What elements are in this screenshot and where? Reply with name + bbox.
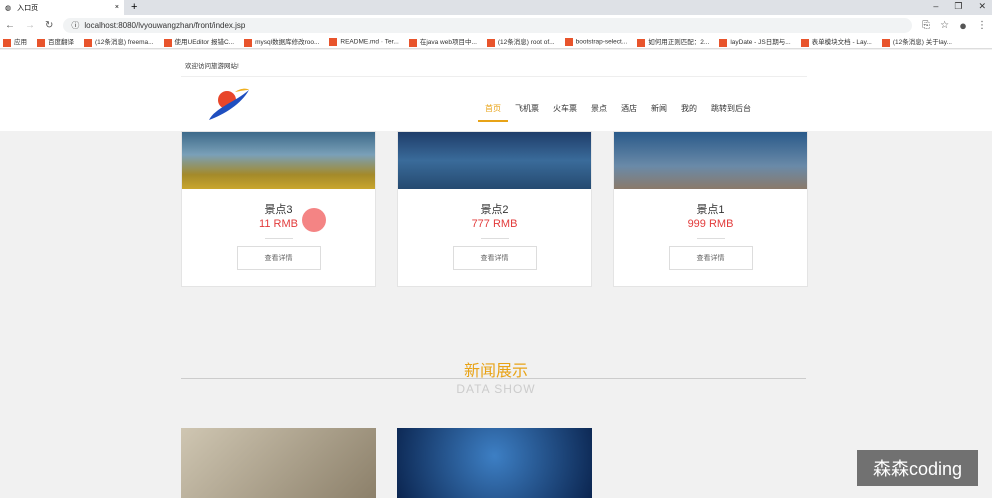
close-tab-icon[interactable]: × — [115, 4, 119, 11]
spot-name: 景点3 — [264, 204, 293, 216]
spot-name: 景点2 — [480, 204, 509, 216]
address-bar: ← → ↻ ⓘ localhost:8080/lvyouwangzhan/front/… — [0, 15, 992, 35]
forward-icon[interactable]: → — [25, 20, 35, 31]
restore-button[interactable]: ❐ — [954, 1, 962, 12]
bookmark-label: README.md · Ter... — [340, 38, 399, 46]
news-image[interactable] — [181, 428, 376, 498]
bookmark-label: 百度翻译 — [48, 39, 74, 47]
url-text: localhost:8080/lvyouwangzhan/front/index… — [84, 20, 246, 30]
bookmark-label: (12条消息) root of... — [497, 39, 555, 47]
bookmark-icon — [3, 38, 11, 47]
reload-icon[interactable]: ↻ — [45, 20, 53, 31]
view-details-button[interactable]: 查看详情 — [668, 246, 753, 270]
site-header: 欢迎访问旅游网站! 首页 飞机票 火车票 景点 酒店 新闻 我的 跳转到后台 — [0, 50, 992, 131]
bookmark-label: (12条消息) 关于lay... — [892, 39, 952, 47]
bookmark-icon — [564, 37, 573, 46]
bookmark-item[interactable]: (12条消息) freema... — [84, 36, 154, 47]
spot-image[interactable] — [398, 132, 591, 189]
bookmark-label: (12条消息) freema... — [95, 39, 154, 47]
bookmark-icon — [244, 38, 253, 47]
tab-title: 入口页 — [17, 4, 39, 12]
nav-item[interactable]: 景点 — [584, 103, 614, 122]
bookmark-item[interactable]: 使用UEditor 报错C... — [163, 36, 235, 47]
site-logo — [209, 88, 249, 120]
divider — [696, 238, 725, 239]
bookmark-item[interactable]: README.md · Ter... — [329, 37, 399, 46]
bookmarks-bar: 应用 百度翻译 (12条消息) freema... 使用UEditor 报错C... m… — [0, 35, 992, 49]
tab-bar: ◍ 入口页 × + – ❐ ✕ — [0, 0, 992, 15]
bookmark-icon — [881, 38, 890, 47]
view-details-button[interactable]: 查看详情 — [452, 246, 537, 270]
nav-item[interactable]: 跳转到后台 — [704, 103, 758, 122]
spot-card: 景点2 777 RMB 查看详情 — [397, 131, 592, 287]
spot-name: 景点1 — [696, 204, 725, 216]
bookmark-item[interactable]: 百度翻译 — [37, 36, 74, 47]
cursor-highlight — [302, 208, 326, 232]
bookmark-icon — [408, 38, 417, 47]
bookmark-label: layDate - JS日期与... — [730, 39, 791, 47]
bookmark-item[interactable]: 如何用正则匹配：2... — [637, 36, 710, 47]
section-title: 新闻展示 — [463, 363, 528, 380]
spot-price: 999 RMB — [687, 218, 734, 230]
browser-tab[interactable]: ◍ 入口页 × — [0, 0, 124, 15]
spot-card: 景点1 999 RMB 查看详情 — [613, 131, 808, 287]
section-subtitle: DATA SHOW — [456, 382, 536, 396]
nav-item[interactable]: 新闻 — [644, 103, 674, 122]
bookmark-item[interactable]: layDate - JS日期与... — [719, 36, 791, 47]
star-icon[interactable]: ☆ — [940, 20, 949, 31]
minimize-button[interactable]: – — [933, 1, 938, 12]
info-icon: ⓘ — [71, 20, 80, 30]
bookmark-item[interactable]: 表单模块文档 - Lay... — [800, 36, 872, 47]
bookmark-item[interactable]: bootstrap-select... — [564, 37, 628, 46]
welcome-text: 欢迎访问旅游网站! — [185, 63, 239, 70]
nav-item[interactable]: 火车票 — [546, 103, 584, 122]
bookmark-item[interactable]: (12条消息) 关于lay... — [881, 36, 952, 47]
bookmark-icon — [84, 38, 92, 47]
new-tab-button[interactable]: + — [131, 1, 137, 13]
watermark: 森森coding — [857, 450, 978, 486]
spot-price: 777 RMB — [471, 218, 518, 230]
news-image[interactable] — [397, 428, 592, 498]
bookmark-item[interactable]: (12条消息) root of... — [486, 36, 555, 47]
view-details-button[interactable]: 查看详情 — [236, 246, 321, 270]
divider — [480, 238, 509, 239]
nav-item[interactable]: 酒店 — [614, 103, 644, 122]
close-window-button[interactable]: ✕ — [978, 1, 986, 12]
spot-image[interactable] — [614, 132, 807, 189]
bookmark-label: 表单模块文档 - Lay... — [811, 39, 872, 47]
bookmark-label: 如何用正则匹配：2... — [648, 39, 710, 47]
bookmark-label: 在java web项目中... — [419, 39, 477, 47]
bookmark-item[interactable]: 在java web项目中... — [408, 36, 477, 47]
nav-item[interactable]: 飞机票 — [508, 103, 546, 122]
bookmark-label: bootstrap-select... — [575, 38, 628, 46]
bookmark-icon — [329, 37, 338, 46]
nav-item[interactable]: 我的 — [674, 103, 704, 122]
globe-icon: ◍ — [5, 4, 12, 12]
bookmark-icon — [163, 38, 172, 47]
divider — [181, 76, 807, 77]
spot-price: 11 RMB — [259, 218, 298, 230]
bookmark-icon — [37, 38, 45, 47]
bookmark-label: 应用 — [14, 39, 27, 47]
bookmark-icon — [637, 38, 646, 47]
bookmark-icon — [719, 38, 728, 47]
spot-card: 景点3 11 RMB 查看详情 — [181, 131, 376, 287]
menu-icon[interactable]: ⋮ — [977, 20, 987, 31]
bookmark-label: mysql数据库修改roo... — [255, 39, 320, 47]
divider — [264, 238, 293, 239]
account-icon[interactable]: ● — [959, 18, 967, 33]
bookmark-icon — [800, 38, 809, 47]
nav-item[interactable]: 首页 — [478, 103, 508, 122]
back-icon[interactable]: ← — [5, 20, 15, 31]
main-nav: 首页 飞机票 火车票 景点 酒店 新闻 我的 跳转到后台 — [478, 103, 758, 122]
bookmark-item[interactable]: mysql数据库修改roo... — [244, 36, 320, 47]
url-input[interactable]: ⓘ localhost:8080/lvyouwangzhan/front/inde… — [63, 17, 913, 33]
bookmark-label: 使用UEditor 报错C... — [174, 39, 235, 47]
bookmark-icon — [486, 38, 495, 47]
translate-icon[interactable]: ⎘ — [922, 20, 930, 31]
spot-image[interactable] — [182, 132, 375, 189]
bookmark-item[interactable]: 应用 — [3, 36, 27, 47]
